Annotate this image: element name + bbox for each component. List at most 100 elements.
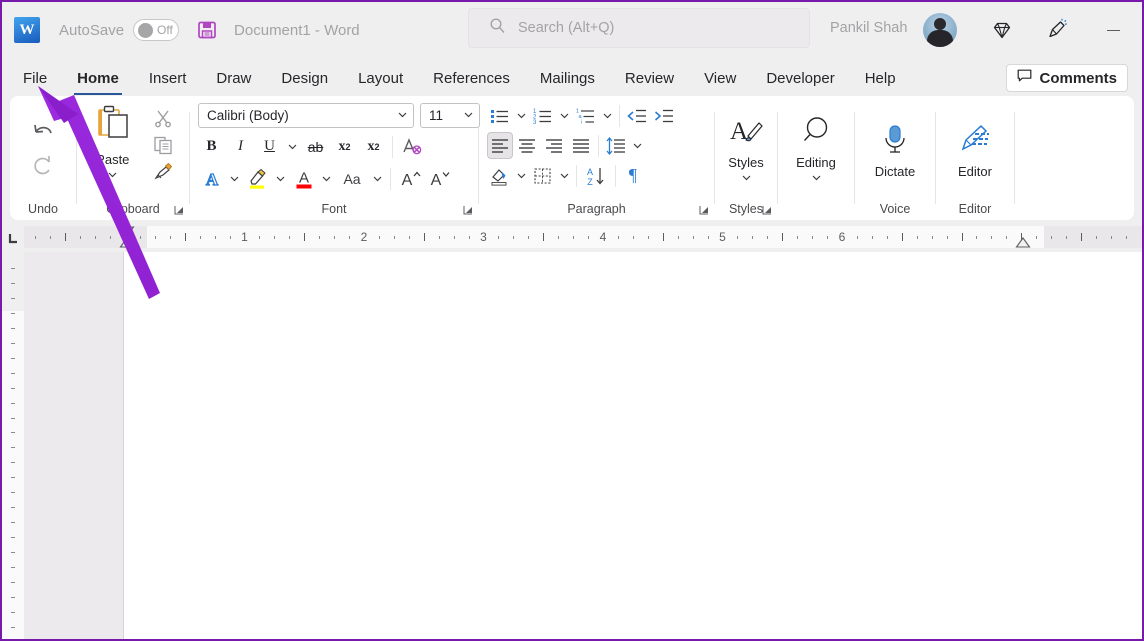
editing-button[interactable]: Editing <box>784 106 848 188</box>
font-name-input[interactable]: Calibri (Body) <box>198 103 414 128</box>
multilevel-list-icon[interactable]: 1 a i <box>573 102 599 129</box>
clear-formatting-icon[interactable] <box>398 133 425 160</box>
word-app-icon[interactable]: W <box>14 17 40 43</box>
decrease-indent-icon[interactable] <box>624 102 650 129</box>
subscript-button[interactable]: x2 <box>331 133 358 160</box>
paste-button[interactable]: Paste <box>83 104 143 185</box>
avatar-body <box>927 30 953 47</box>
text-effects-chevron-down-icon[interactable] <box>227 167 242 191</box>
ruler-tick <box>528 236 529 239</box>
underline-chevron-down-icon[interactable] <box>285 135 300 159</box>
comments-button[interactable]: Comments <box>1006 64 1128 92</box>
tab-mailings[interactable]: Mailings <box>525 58 610 98</box>
superscript-button[interactable]: x2 <box>360 133 387 160</box>
pen-icon[interactable] <box>1043 16 1071 44</box>
ribbon-group-clipboard: Paste <box>77 96 189 220</box>
font-size-chevron-down-icon[interactable] <box>463 108 474 123</box>
italic-button[interactable]: I <box>227 133 254 160</box>
styles-dialog-launcher[interactable] <box>761 204 773 216</box>
avatar[interactable] <box>923 13 957 47</box>
ruler-tick <box>708 236 709 239</box>
paste-chevron-down-icon[interactable] <box>107 167 118 185</box>
vertical-ruler[interactable] <box>2 252 24 641</box>
multilevel-chevron-down-icon[interactable] <box>600 104 615 128</box>
scissors-icon[interactable] <box>153 108 173 128</box>
minimize-button[interactable] <box>1098 16 1128 44</box>
bullet-list-icon[interactable] <box>487 102 513 129</box>
save-icon[interactable] <box>196 19 218 41</box>
text-effects-button[interactable]: A <box>198 165 225 192</box>
text-highlight-icon[interactable] <box>244 165 271 192</box>
tab-layout[interactable]: Layout <box>343 58 418 98</box>
increase-indent-icon[interactable] <box>651 102 677 129</box>
editor-button[interactable]: Editor <box>942 115 1008 179</box>
first-line-indent-marker[interactable] <box>119 226 135 237</box>
font-name-chevron-down-icon[interactable] <box>397 108 408 123</box>
tab-developer[interactable]: Developer <box>751 58 849 98</box>
shading-icon[interactable] <box>487 162 513 189</box>
change-case-button[interactable]: Aa <box>336 165 368 192</box>
tab-references[interactable]: References <box>418 58 525 98</box>
justify-icon[interactable] <box>568 132 594 159</box>
strikethrough-button[interactable]: ab <box>302 133 329 160</box>
bold-button[interactable]: B <box>198 133 225 160</box>
font-dialog-launcher[interactable] <box>462 204 474 216</box>
divider <box>576 165 577 187</box>
clipboard-dialog-launcher[interactable] <box>173 204 185 216</box>
tab-view[interactable]: View <box>689 58 751 98</box>
tab-design[interactable]: Design <box>266 58 343 98</box>
align-right-icon[interactable] <box>541 132 567 159</box>
ruler-tick <box>11 283 15 284</box>
copy-icon[interactable] <box>153 135 173 155</box>
right-indent-marker[interactable] <box>1015 237 1031 248</box>
borders-chevron-down-icon[interactable] <box>557 164 572 188</box>
tab-insert[interactable]: Insert <box>134 58 202 98</box>
styles-button[interactable]: A Styles <box>721 106 771 188</box>
tab-review[interactable]: Review <box>610 58 689 98</box>
undo-arrow-icon[interactable] <box>29 120 57 146</box>
font-size-input[interactable]: 11 <box>420 103 480 128</box>
dictate-button[interactable]: Dictate <box>861 115 929 179</box>
paragraph-dialog-launcher[interactable] <box>698 204 710 216</box>
format-painter-icon[interactable] <box>153 162 173 182</box>
styles-chevron-down-icon[interactable] <box>741 170 752 188</box>
highlight-chevron-down-icon[interactable] <box>273 167 288 191</box>
sort-az-icon[interactable]: A Z <box>581 162 611 189</box>
redo-arrow-icon[interactable] <box>29 152 57 178</box>
shrink-font-button[interactable]: A <box>425 165 452 192</box>
tab-draw[interactable]: Draw <box>201 58 266 98</box>
tab-home[interactable]: Home <box>62 58 134 98</box>
line-spacing-icon[interactable] <box>603 132 629 159</box>
numbering-chevron-down-icon[interactable] <box>557 104 572 128</box>
grow-font-button[interactable]: A <box>396 165 423 192</box>
font-size-value: 11 <box>429 108 443 123</box>
document-canvas[interactable] <box>24 252 1142 641</box>
ruler-tick <box>11 313 15 314</box>
tab-stop-selector[interactable] <box>2 224 24 252</box>
ruler-tick <box>80 236 81 239</box>
svg-text:i: i <box>581 119 582 125</box>
align-center-icon[interactable] <box>514 132 540 159</box>
tab-help[interactable]: Help <box>850 58 911 98</box>
change-case-chevron-down-icon[interactable] <box>370 167 385 191</box>
bullets-chevron-down-icon[interactable] <box>514 104 529 128</box>
show-formatting-marks-button[interactable]: ¶ <box>620 162 646 189</box>
ruler-number: 1 <box>241 230 248 244</box>
editing-chevron-down-icon[interactable] <box>811 170 822 188</box>
diamond-icon[interactable] <box>988 16 1016 44</box>
ruler-tick <box>334 236 335 239</box>
font-color-button[interactable]: A <box>290 165 317 192</box>
line-spacing-chevron-down-icon[interactable] <box>630 134 645 158</box>
left-indent-marker[interactable] <box>119 237 135 248</box>
numbered-list-icon[interactable]: 1 2 3 <box>530 102 556 129</box>
avatar-head <box>934 18 946 30</box>
shading-chevron-down-icon[interactable] <box>514 164 529 188</box>
search-input[interactable]: Search (Alt+Q) <box>468 8 810 48</box>
document-page[interactable] <box>125 252 1142 641</box>
borders-icon[interactable] <box>530 162 556 189</box>
align-left-icon[interactable] <box>487 132 513 159</box>
font-color-chevron-down-icon[interactable] <box>319 167 334 191</box>
autosave-toggle[interactable]: Off <box>133 19 179 41</box>
tab-file[interactable]: File <box>8 58 62 98</box>
underline-button[interactable]: U <box>256 133 283 160</box>
